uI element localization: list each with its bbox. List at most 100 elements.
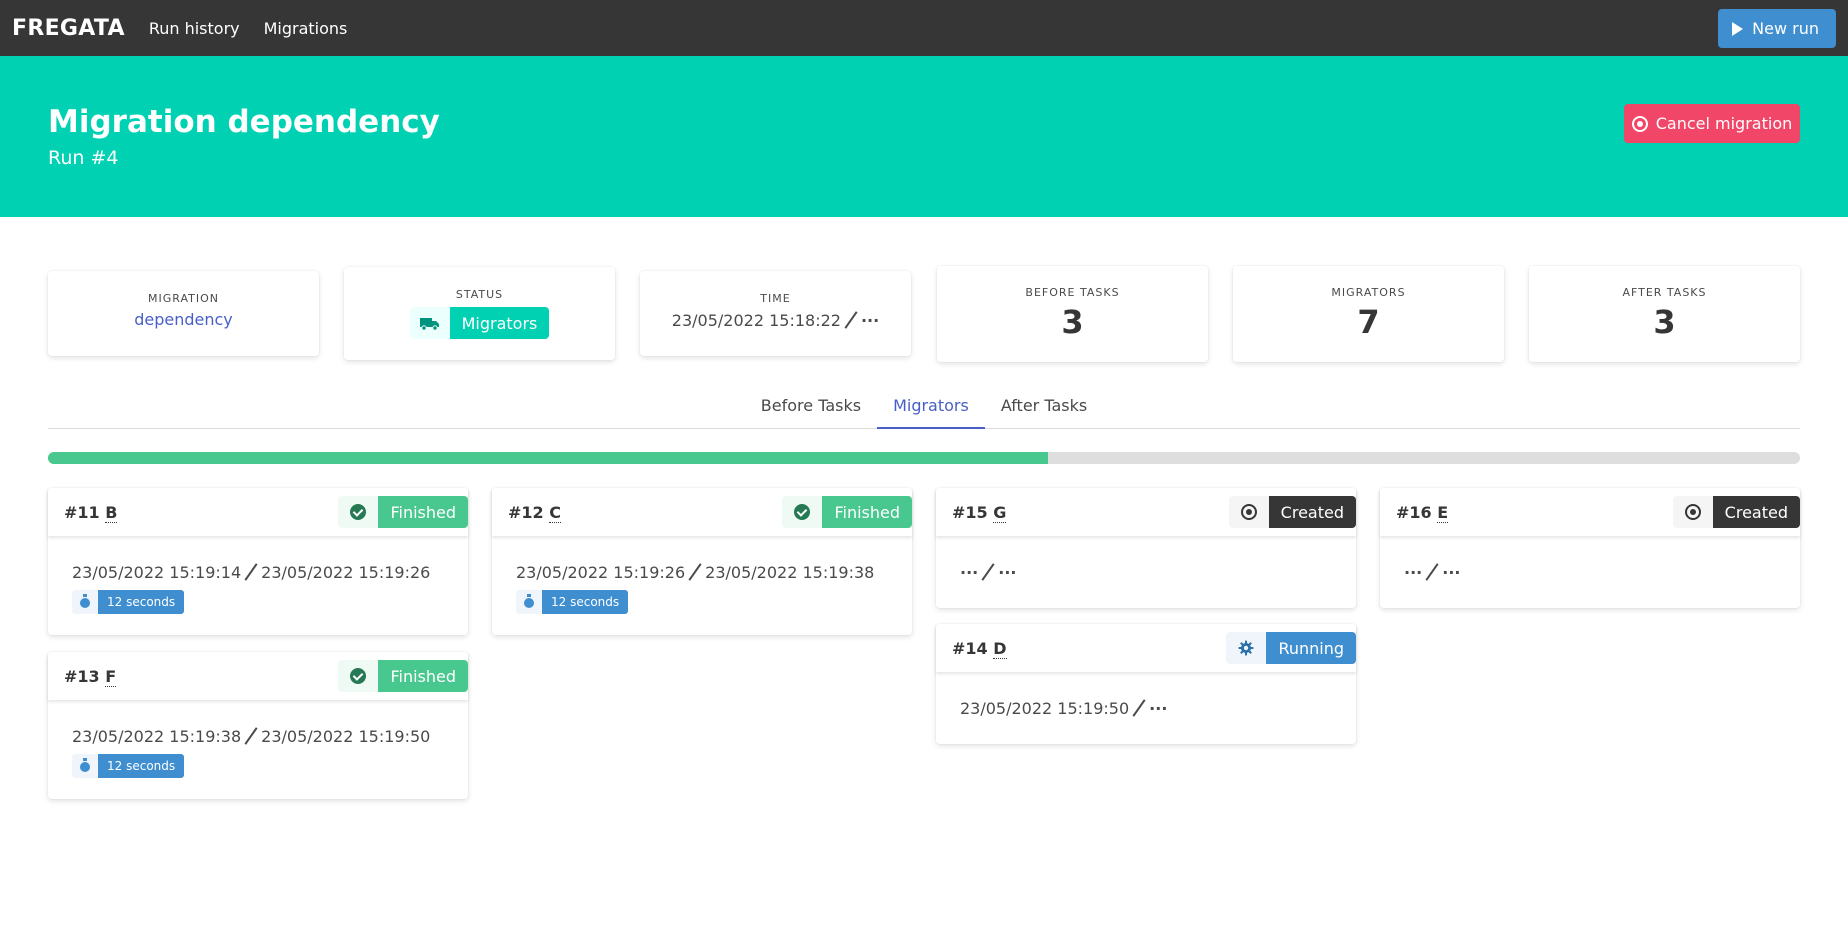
card-title: #15 G [952, 502, 1007, 523]
status-badge-label: Created [1712, 496, 1800, 528]
page-subtitle: Run #4 [48, 147, 119, 169]
card-title: #16 E [1396, 502, 1449, 523]
card-id: #16 [1396, 502, 1432, 522]
status-badge: Created [1228, 496, 1356, 528]
slash-separator [1132, 699, 1146, 717]
slash-separator [981, 563, 995, 581]
gear-icon [1226, 632, 1267, 664]
time-start: 23/05/2022 15:19:14 [72, 562, 242, 582]
card-body: 23/05/2022 15:19:38 23/05/2022 15:19:50 1… [48, 700, 468, 799]
stat-migrators: Migrators 7 [1233, 266, 1504, 362]
status-badge: Running [1226, 632, 1356, 664]
cancel-migration-button[interactable]: Cancel migration [1624, 104, 1800, 143]
card-header: #16 E Created [1380, 488, 1800, 536]
nav-link-migrations[interactable]: Migrations [264, 19, 348, 38]
time-end: 23/05/2022 15:19:26 [261, 562, 431, 582]
duration-badge: 12 seconds [72, 754, 185, 778]
stopwatch-icon [72, 754, 98, 778]
status-badge: Finished [338, 496, 468, 528]
duration-label: 12 seconds [98, 754, 185, 778]
stat-before-tasks: Before tasks 3 [937, 266, 1208, 362]
slash-separator [1425, 563, 1439, 581]
stat-migration: Migration dependency [48, 271, 319, 356]
time-end: 23/05/2022 15:19:50 [261, 726, 431, 746]
stat-heading: Status [455, 288, 504, 301]
stat-time: Time 23/05/2022 15:18:22 ··· [640, 271, 911, 356]
stat-heading: Time [760, 292, 791, 305]
truck-icon [409, 307, 450, 339]
card-title: #12 C [508, 502, 561, 523]
card-name: D [993, 638, 1007, 659]
cancel-migration-label: Cancel migration [1655, 114, 1793, 133]
card-body: ··· ··· [1380, 536, 1800, 608]
migrator-card: #12 C Finished 23/05/2022 15:19:26 23/05/… [492, 488, 912, 635]
card-header: #14 D Running [936, 624, 1356, 672]
nav-link-run-history[interactable]: Run history [149, 19, 240, 38]
status-badge: Finished [338, 660, 468, 692]
status-badge-label: Finished [822, 496, 912, 528]
check-circle-icon [782, 496, 823, 528]
card-name: E [1437, 502, 1449, 523]
time-start: 23/05/2022 15:18:22 [671, 310, 841, 330]
brand-logo[interactable]: FREGATA [12, 16, 125, 41]
slash-separator [844, 311, 858, 329]
slash-separator [244, 563, 258, 581]
stat-after-tasks: After tasks 3 [1529, 266, 1800, 362]
time-end: 23/05/2022 15:19:38 [705, 562, 875, 582]
tab-migrators[interactable]: Migrators [877, 386, 985, 429]
time-range: 23/05/2022 15:19:38 23/05/2022 15:19:50 [72, 724, 444, 748]
time-range: ··· ··· [1404, 560, 1776, 584]
stopwatch-icon [516, 590, 542, 614]
card-name: B [105, 502, 118, 523]
progress-fill [48, 452, 1049, 464]
time-end: ··· [998, 562, 1017, 582]
time-range: 23/05/2022 15:18:22 ··· [640, 310, 911, 330]
before-tasks-count: 3 [1061, 303, 1084, 341]
card-title: #11 B [64, 502, 118, 523]
duration-badge: 12 seconds [72, 590, 185, 614]
card-title: #14 D [952, 638, 1007, 659]
card-body: 23/05/2022 15:19:14 23/05/2022 15:19:26 1… [48, 536, 468, 635]
card-id: #13 [64, 666, 100, 686]
stop-circle-icon [1631, 115, 1648, 132]
status-badge-label: Migrators [449, 307, 550, 339]
time-range: ··· ··· [960, 560, 1332, 584]
card-body: ··· ··· [936, 536, 1356, 608]
card-name: G [993, 502, 1007, 523]
record-icon [1672, 496, 1713, 528]
card-id: #12 [508, 502, 544, 522]
status-badge-label: Created [1268, 496, 1356, 528]
migrators-count: 7 [1357, 303, 1380, 341]
new-run-button[interactable]: New run [1718, 9, 1836, 48]
migrator-card: #13 F Finished 23/05/2022 15:19:38 23/05/… [48, 652, 468, 799]
stopwatch-icon [72, 590, 98, 614]
card-header: #13 F Finished [48, 652, 468, 700]
migrator-card: #15 G Created ··· ··· [936, 488, 1356, 608]
tab-before-tasks[interactable]: Before Tasks [745, 386, 877, 429]
progress-bar [48, 452, 1800, 464]
migration-link[interactable]: dependency [48, 310, 319, 329]
after-tasks-count: 3 [1653, 303, 1676, 341]
card-header: #15 G Created [936, 488, 1356, 536]
new-run-label: New run [1752, 19, 1819, 38]
status-badge: Finished [782, 496, 912, 528]
time-range: 23/05/2022 15:19:14 23/05/2022 15:19:26 [72, 560, 444, 584]
time-end: ··· [860, 310, 880, 330]
stat-heading: Migrators [1331, 286, 1406, 299]
time-range: 23/05/2022 15:19:50 ··· [960, 696, 1332, 720]
card-header: #11 B Finished [48, 488, 468, 536]
page-title: Migration dependency [48, 104, 440, 140]
migrator-card: #16 E Created ··· ··· [1380, 488, 1800, 608]
migrator-card: #11 B Finished 23/05/2022 15:19:14 23/05/… [48, 488, 468, 635]
status-badge: Migrators [409, 307, 550, 339]
card-header: #12 C Finished [492, 488, 912, 536]
stat-status: Status Migrators [344, 267, 615, 360]
card-title: #13 F [64, 666, 117, 687]
play-icon [1732, 21, 1744, 36]
time-range: 23/05/2022 15:19:26 23/05/2022 15:19:38 [516, 560, 888, 584]
tab-after-tasks[interactable]: After Tasks [985, 386, 1103, 429]
card-name: C [549, 502, 561, 523]
migrator-card: #14 D Running 23/05/2022 15:19:50 ··· [936, 624, 1356, 744]
time-end: ··· [1442, 562, 1461, 582]
time-start: 23/05/2022 15:19:38 [72, 726, 242, 746]
